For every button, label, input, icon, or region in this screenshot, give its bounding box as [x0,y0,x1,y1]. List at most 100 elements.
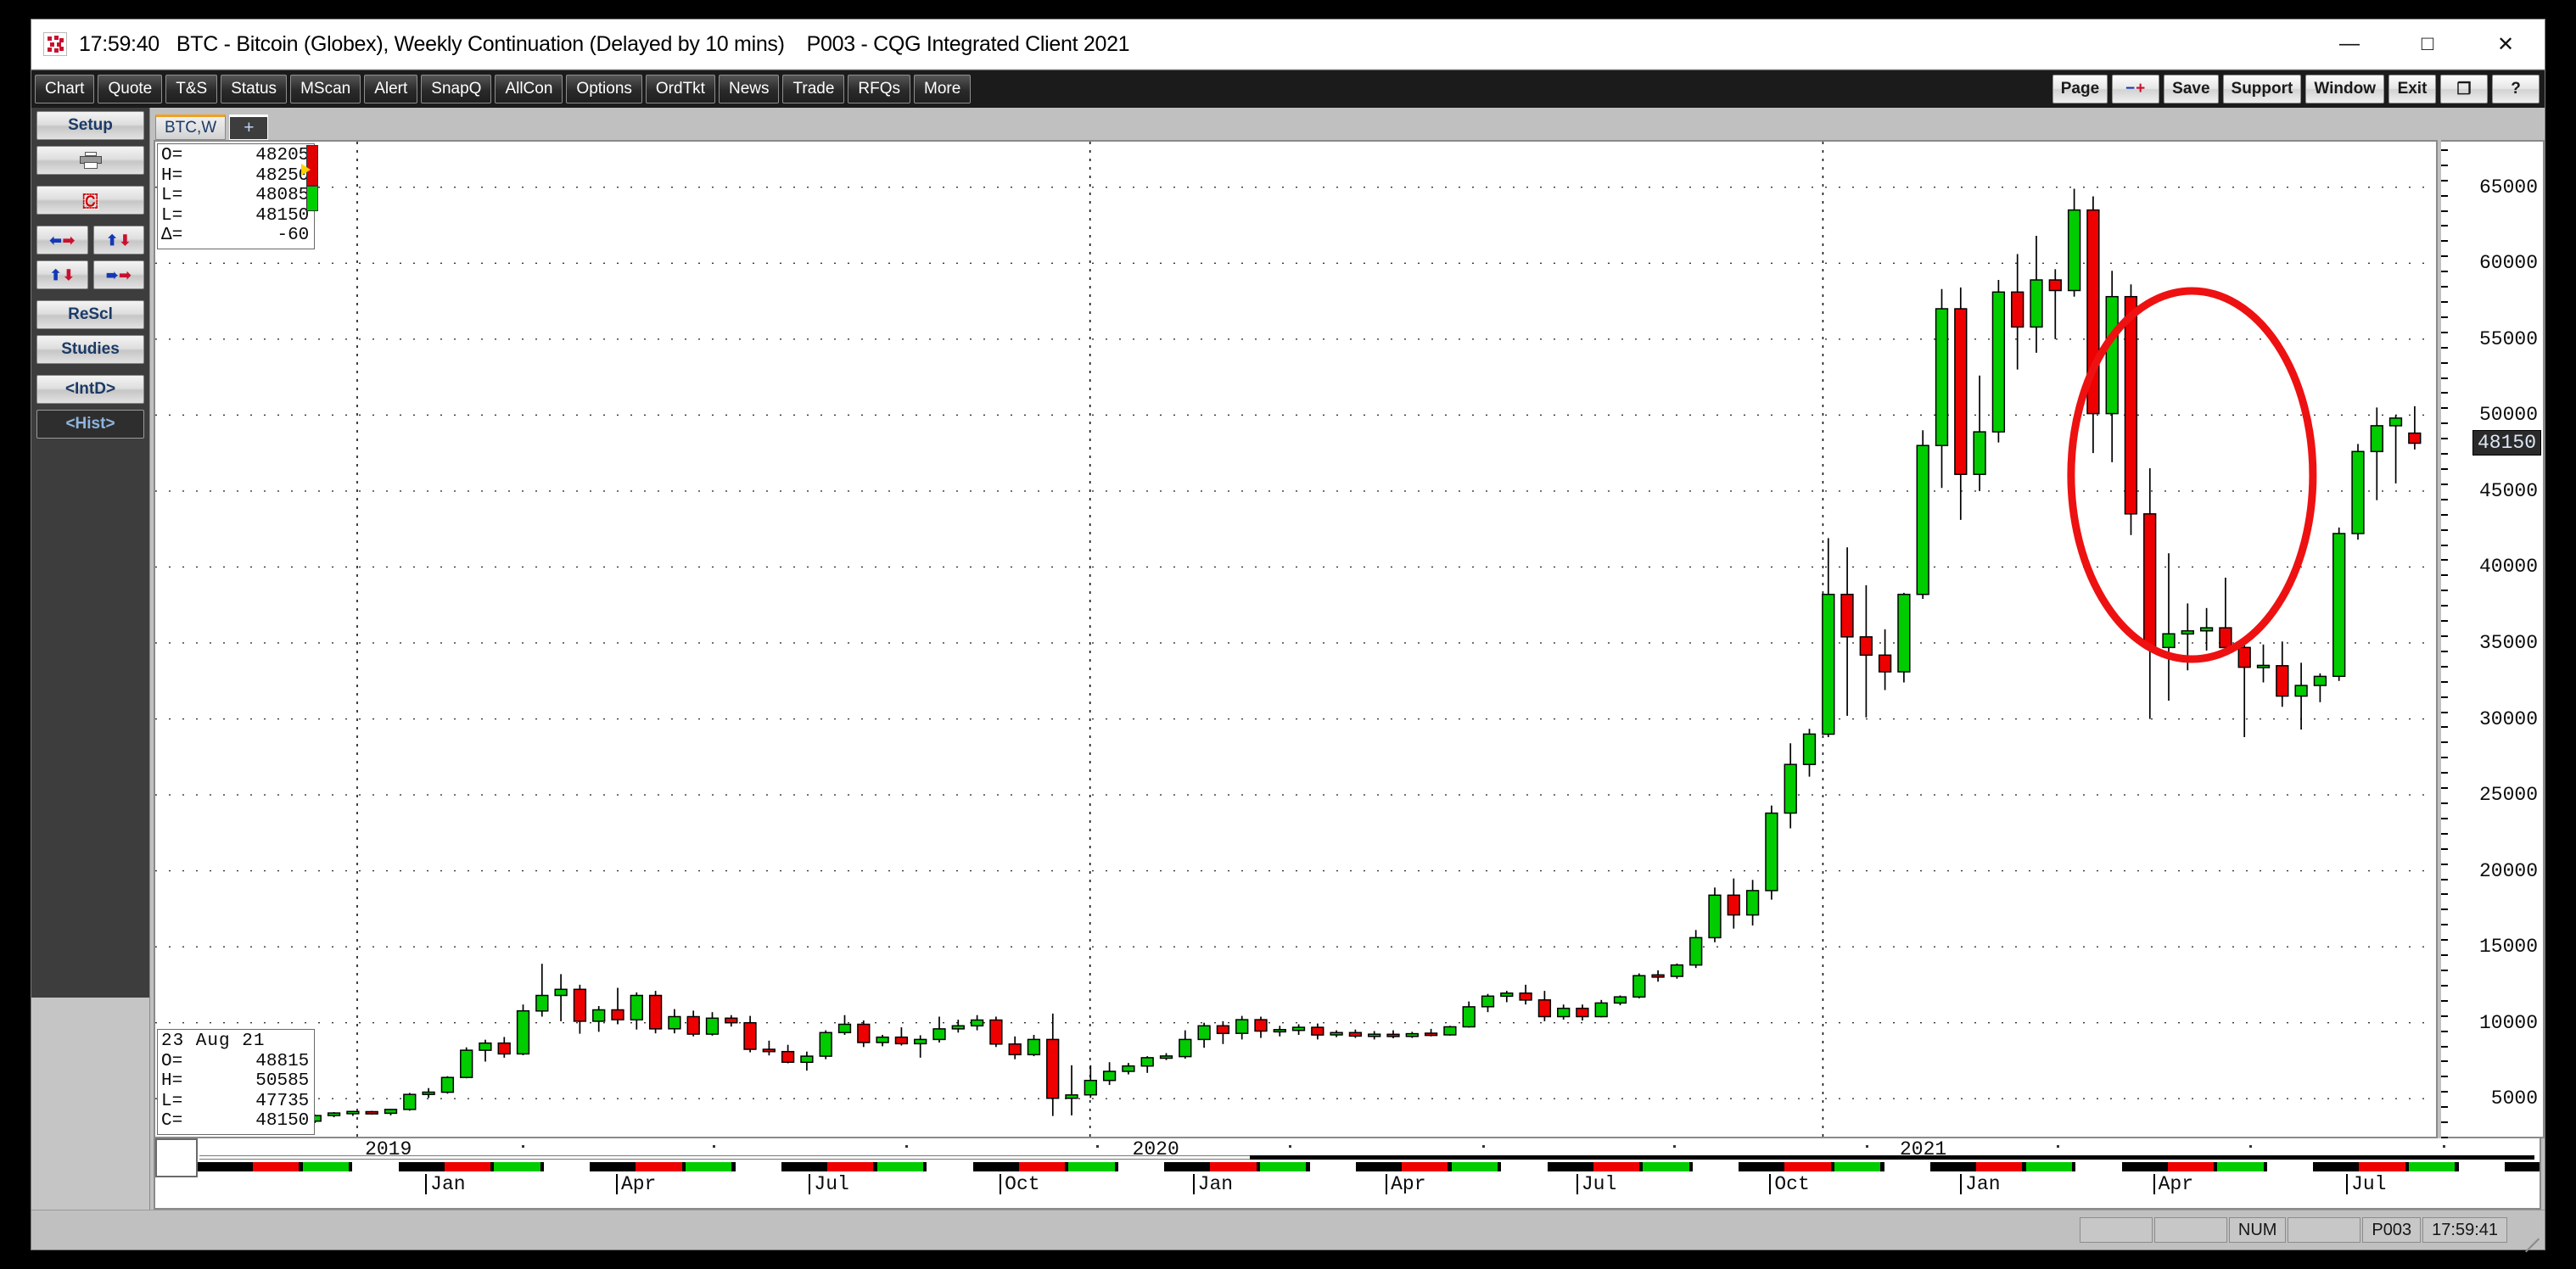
price-axis-tick [2441,970,2448,971]
candle-body [1008,1043,1022,1056]
toolbar-button-mscan[interactable]: MScan [290,75,361,103]
price-axis-tick [2441,620,2448,623]
toolbar-button-save[interactable]: Save [2164,75,2219,103]
time-axis-segment [1210,1162,1257,1171]
toolbar-button-window[interactable]: Window [2305,75,2384,103]
pan-vertical-button[interactable]: ⬆ ⬇ [92,226,144,254]
minimize-button[interactable]: — [2310,20,2388,69]
data-row-label: L= [161,205,183,226]
horizontal-scrollbar[interactable] [199,1155,2534,1160]
price-axis-tick [2441,271,2448,273]
time-axis-segment [1402,1162,1448,1171]
toolbar-button-ordtkt[interactable]: OrdTkt [645,75,715,103]
candle-body [1216,1025,1230,1035]
toolbar-button-zoom-toggle[interactable]: − + [2112,75,2160,103]
price-axis-tick [2441,726,2448,729]
candle-body [460,1049,473,1078]
print-button[interactable] [36,146,144,175]
toolbar-button-status[interactable]: Status [221,75,288,103]
intraday-button[interactable]: <IntD> [36,375,144,404]
candle-body [1689,936,1703,966]
toolbar-button-help[interactable]: ? [2492,75,2540,103]
chart-plot-area[interactable]: O= 48205 H= 48250 L= 48085 L= 48150 Δ= -60 23 Aug… [154,140,2438,1138]
expand-button[interactable]: ➠ ➡ [92,260,144,289]
toolbar-button-chart[interactable]: Chart [35,75,95,103]
toolbar-button-restore-window[interactable]: ❐ [2440,75,2488,103]
price-axis-tick [2441,665,2448,668]
candle-body [2105,295,2119,415]
toolbar-button-options[interactable]: Options [566,75,642,103]
price-axis-tick [2441,559,2448,562]
toolbar-button-more[interactable]: More [914,75,972,103]
pan-horizontal-button[interactable]: ⬅ ➡ [36,226,88,254]
magnet-button[interactable]: 🇨 [36,186,144,215]
toolbar-button-alert[interactable]: Alert [364,75,418,103]
price-axis-tick [2441,1030,2448,1032]
compress-button[interactable]: ⬆ ⬇ [36,260,88,289]
candle-body [1613,996,1627,1004]
rescale-button[interactable]: ReScl [36,300,144,329]
time-axis-dot [712,1145,715,1148]
price-axis-tick [2441,422,2448,425]
studies-button[interactable]: Studies [36,335,144,364]
candle-body [1424,1032,1438,1037]
candle-body [1084,1079,1097,1096]
close-button[interactable]: ✕ [2467,20,2545,69]
candle-body [2408,432,2422,444]
history-button[interactable]: <Hist> [36,410,144,439]
time-axis[interactable]: 2019 2020 2021 Jan Apr Jul Oct Jan Apr Jul Oct Jan A… [154,1138,2541,1210]
time-axis-month-label: Apr [615,1174,656,1194]
time-axis-segment [2217,1162,2264,1171]
candle-body [951,1025,965,1030]
price-axis-tick [2441,255,2448,258]
time-axis-segment [2359,1162,2405,1171]
toolbar-button-exit[interactable]: Exit [2388,75,2436,103]
candle-body [857,1023,871,1043]
data-row-value: 48150 [255,205,310,226]
tab-btc-weekly[interactable]: BTC,W [155,115,227,140]
time-axis-segment [2025,1162,2072,1171]
candle-body [2124,295,2138,515]
price-axis-label: 20000 [2478,859,2538,882]
candle-body [2181,629,2194,635]
scroll-left-button[interactable] [155,1138,198,1177]
toolbar-button-page[interactable]: Page [2052,75,2108,103]
toolbar-button-quote[interactable]: Quote [98,75,163,103]
candle-body [630,994,643,1020]
toolbar-button-rfqs[interactable]: RFQs [848,75,911,103]
toolbar-button-t-s[interactable]: T&S [165,75,218,103]
magnet-icon: 🇨 [81,189,99,210]
toolbar-button-news[interactable]: News [718,75,780,103]
candle-body [1368,1033,1381,1037]
candle-body [554,988,568,997]
data-row-value: 50585 [255,1071,310,1092]
toolbar-button-support[interactable]: Support [2222,75,2302,103]
toolbar-button-snapq[interactable]: SnapQ [421,75,492,103]
toolbar-button-trade[interactable]: Trade [782,75,845,103]
data-row-label: L= [161,1091,183,1111]
candle-body [2048,279,2062,292]
price-axis[interactable]: 65000 60000 55000 50000 45000 40000 35000 30000… [2441,140,2545,1138]
price-axis-tick [2441,817,2448,819]
setup-button[interactable]: Setup [36,111,144,140]
candle-body [479,1042,492,1051]
annotation-ellipse [2067,287,2317,663]
resize-grip-icon[interactable] [2512,1217,2541,1253]
candle-body [1197,1025,1211,1041]
cqg-application-window: 17:59:40 BTC - Bitcoin (Globex), Weekly … [31,19,2545,1253]
price-axis-tick [2441,483,2448,485]
candle-body [1594,1002,1608,1018]
time-axis-segment [1068,1162,1115,1171]
candle-body [1954,308,1968,475]
price-axis-label: 45000 [2478,479,2538,502]
time-axis-band [155,1162,2540,1171]
time-axis-segment [1976,1162,2023,1171]
status-blank-3 [2288,1217,2361,1243]
toolbar-button-allcon[interactable]: AllCon [495,75,563,103]
candle-body [1065,1094,1078,1099]
data-row: L= 48085 [161,186,309,206]
scrollbar-thumb[interactable] [199,1155,1251,1160]
data-row-label: O= [161,1051,183,1071]
add-tab-button[interactable]: + [229,115,269,140]
maximize-button[interactable]: □ [2388,20,2467,69]
